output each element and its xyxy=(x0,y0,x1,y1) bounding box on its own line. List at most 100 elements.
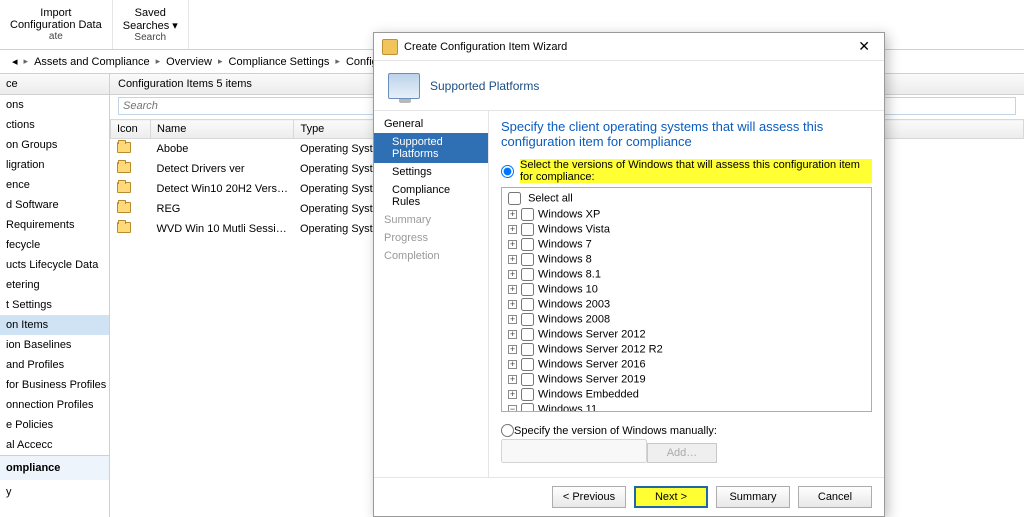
nav-y[interactable]: y xyxy=(0,480,109,504)
expand-icon[interactable]: + xyxy=(508,360,517,369)
toolbar-import-l2: Configuration Data xyxy=(10,19,102,31)
tree-checkbox[interactable] xyxy=(521,238,534,251)
wizard-buttons: < Previous Next > Summary Cancel xyxy=(374,477,884,516)
expand-icon[interactable]: + xyxy=(508,210,517,219)
nav-item[interactable]: onnection Profiles xyxy=(0,395,109,415)
expand-icon[interactable]: + xyxy=(508,255,517,264)
wizard-step[interactable]: Settings xyxy=(374,163,488,181)
tree-item[interactable]: +Windows Server 2012 xyxy=(508,327,865,342)
tree-item[interactable]: +Windows 2008 xyxy=(508,312,865,327)
nav-item[interactable]: on Groups xyxy=(0,135,109,155)
expand-icon[interactable]: + xyxy=(508,285,517,294)
radio-manual[interactable] xyxy=(501,424,514,437)
breadcrumb-seg[interactable]: Assets and Compliance xyxy=(30,56,154,68)
toolbar-saved-searches[interactable]: Saved Searches ▾ Search xyxy=(113,0,189,49)
next-button[interactable]: Next > xyxy=(634,486,708,508)
tree-item[interactable]: +Windows 8.1 xyxy=(508,267,865,282)
expand-icon[interactable]: + xyxy=(508,375,517,384)
wizard-step[interactable]: Completion xyxy=(374,247,488,265)
tree-item[interactable]: + Windows 7 xyxy=(508,237,865,252)
tree-checkbox[interactable] xyxy=(521,223,534,236)
cell-name: Detect Win10 20H2 Vers… xyxy=(151,179,294,199)
tree-item[interactable]: +Windows 8 xyxy=(508,252,865,267)
expand-icon[interactable]: + xyxy=(508,315,517,324)
tree-checkbox[interactable] xyxy=(521,298,534,311)
tree-checkbox[interactable] xyxy=(521,403,534,412)
expand-icon[interactable]: + xyxy=(508,225,517,234)
col-name[interactable]: Name xyxy=(151,120,294,139)
nav-item[interactable]: ctions xyxy=(0,115,109,135)
tree-item[interactable]: + Windows XP xyxy=(508,207,865,222)
previous-button[interactable]: < Previous xyxy=(552,486,626,508)
wizard-step[interactable]: Supported Platforms xyxy=(374,133,488,163)
nav-compliance[interactable]: ompliance xyxy=(0,456,109,480)
nav-item[interactable]: ligration xyxy=(0,155,109,175)
nav-item[interactable]: t Settings xyxy=(0,295,109,315)
nav-item[interactable]: on Items xyxy=(0,315,109,335)
tree-checkbox[interactable] xyxy=(521,388,534,401)
tree-item[interactable]: +Windows Server 2016 xyxy=(508,357,865,372)
tree-item[interactable]: + Windows Server 2012 R2 xyxy=(508,342,865,357)
expand-icon[interactable]: + xyxy=(508,330,517,339)
wizard-step[interactable]: General xyxy=(374,115,488,133)
platform-tree[interactable]: Select all +Windows XP+Windows Vista+Win… xyxy=(501,187,872,412)
expand-icon[interactable]: + xyxy=(508,240,517,249)
tree-item[interactable]: + Windows Server 2019 xyxy=(508,372,865,387)
tree-item[interactable]: + Windows 10 xyxy=(508,282,865,297)
dialog-banner: Supported Platforms xyxy=(430,79,539,93)
nav-item[interactable]: and Profiles xyxy=(0,355,109,375)
expand-icon[interactable]: + xyxy=(508,390,517,399)
tree-label: Windows XP xyxy=(538,208,600,220)
nav-item[interactable]: ence xyxy=(0,175,109,195)
tree-checkbox[interactable] xyxy=(521,328,534,341)
tree-label: Windows Server 2012 R2 xyxy=(538,343,663,355)
radio-select-versions[interactable] xyxy=(501,165,514,178)
wizard-step[interactable]: Progress xyxy=(374,229,488,247)
nav-item[interactable]: ucts Lifecycle Data xyxy=(0,255,109,275)
tree-item[interactable]: +Windows Vista xyxy=(508,222,865,237)
tree-label: Windows 10 xyxy=(538,283,598,295)
breadcrumb-seg[interactable]: Compliance Settings xyxy=(225,56,334,68)
cell-name: Abobe xyxy=(151,139,294,160)
expand-icon[interactable]: + xyxy=(508,300,517,309)
tree-label: Windows 7 xyxy=(538,238,592,250)
nav-item[interactable]: e Policies xyxy=(0,415,109,435)
nav-item[interactable]: al Accecc xyxy=(0,435,109,455)
tree-checkbox[interactable] xyxy=(521,343,534,356)
tree-checkbox[interactable] xyxy=(521,373,534,386)
tree-item[interactable]: −Windows 11All Windows 11 (ARM64)All Win… xyxy=(508,402,865,412)
nav-item[interactable]: ons xyxy=(0,95,109,115)
toolbar-import-sub: ate xyxy=(10,31,102,42)
col-icon[interactable]: Icon xyxy=(111,120,151,139)
wizard-step[interactable]: Compliance Rules xyxy=(374,181,488,211)
close-icon[interactable]: ✕ xyxy=(852,38,876,55)
cancel-button[interactable]: Cancel xyxy=(798,486,872,508)
nav-item[interactable]: fecycle xyxy=(0,235,109,255)
toolbar-import[interactable]: Import Configuration Data ate xyxy=(0,0,113,49)
breadcrumb-back[interactable]: ◂ xyxy=(8,55,22,68)
nav-item[interactable]: etering xyxy=(0,275,109,295)
nav-item[interactable]: Requirements xyxy=(0,215,109,235)
nav-item[interactable]: d Software xyxy=(0,195,109,215)
tree-label: Windows Server 2019 xyxy=(538,373,646,385)
radio-select-versions-label: Select the versions of Windows that will… xyxy=(520,159,872,183)
tree-label: Windows Embedded xyxy=(538,388,639,400)
expand-icon[interactable]: + xyxy=(508,345,517,354)
toolbar-saved-sub: Search xyxy=(123,32,178,43)
breadcrumb-seg[interactable]: Overview xyxy=(162,56,216,68)
select-all-checkbox[interactable] xyxy=(508,192,521,205)
nav-item[interactable]: ion Baselines xyxy=(0,335,109,355)
tree-checkbox[interactable] xyxy=(521,208,534,221)
wizard-step[interactable]: Summary xyxy=(374,211,488,229)
tree-checkbox[interactable] xyxy=(521,283,534,296)
nav-item[interactable]: for Business Profiles xyxy=(0,375,109,395)
summary-button[interactable]: Summary xyxy=(716,486,790,508)
tree-checkbox[interactable] xyxy=(521,358,534,371)
tree-item[interactable]: + Windows Embedded xyxy=(508,387,865,402)
expand-icon[interactable]: + xyxy=(508,270,517,279)
tree-checkbox[interactable] xyxy=(521,268,534,281)
tree-checkbox[interactable] xyxy=(521,253,534,266)
tree-checkbox[interactable] xyxy=(521,313,534,326)
tree-item[interactable]: +Windows 2003 xyxy=(508,297,865,312)
collapse-icon[interactable]: − xyxy=(508,405,517,412)
